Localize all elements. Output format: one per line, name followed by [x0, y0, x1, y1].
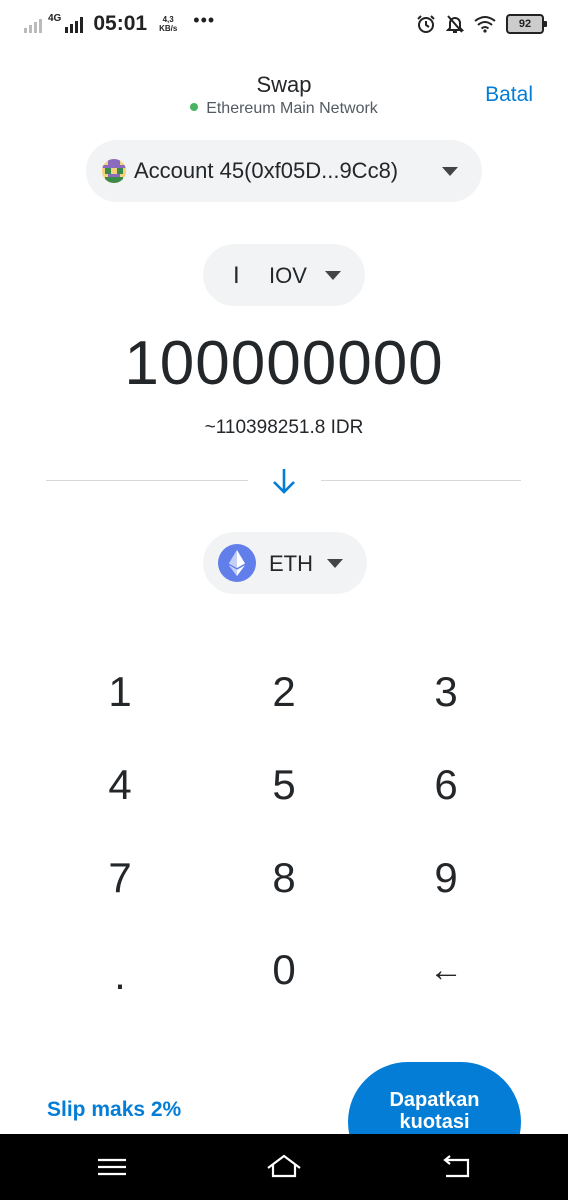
keypad-key-0[interactable]: 0 [224, 935, 344, 1005]
signal-2-icon [65, 15, 84, 33]
speed-value: 4,3 [162, 15, 174, 24]
account-avatar [102, 159, 126, 183]
divider [46, 480, 248, 481]
swap-direction-arrow-icon[interactable] [268, 465, 300, 497]
chevron-down-icon [442, 167, 458, 176]
keypad-key-6[interactable]: 6 [386, 750, 506, 820]
get-quotes-label-line1: Dapatkan [389, 1089, 480, 1111]
source-token-symbol: IOV [269, 263, 307, 288]
cancel-button[interactable]: Batal [485, 83, 533, 107]
network-type: 4G [48, 12, 62, 24]
speed-unit: KB/s [159, 24, 178, 33]
keypad-key-7[interactable]: 7 [60, 843, 180, 913]
get-quotes-label-line2: kuotasi [399, 1111, 470, 1133]
keypad-key-8[interactable]: 8 [224, 843, 344, 913]
max-slippage-link[interactable]: Slip maks 2% [47, 1098, 181, 1122]
token-icon-placeholder: I [233, 262, 240, 289]
chevron-down-icon [325, 271, 341, 280]
status-right: 92 [416, 14, 547, 34]
network-indicator: Ethereum Main Network [0, 100, 568, 118]
network-name: Ethereum Main Network [206, 100, 378, 117]
status-bar: 4G 05:01 4,3 KB/s ••• 92 [0, 0, 568, 52]
account-selector[interactable]: Account 45(0xf05D...9Cc8) [86, 140, 482, 202]
system-navigation-bar [0, 1134, 568, 1200]
keypad-key-2[interactable]: 2 [224, 657, 344, 727]
alarm-icon [417, 15, 435, 33]
back-icon[interactable] [436, 1152, 476, 1182]
keypad-key-decimal[interactable]: . [60, 940, 180, 1010]
destination-token-selector[interactable]: ETH [203, 532, 367, 594]
keypad-backspace-button[interactable]: ← [386, 935, 506, 1005]
menu-icon[interactable] [92, 1152, 132, 1182]
page-title: Swap [256, 72, 312, 97]
ethereum-diamond-icon [229, 550, 245, 576]
fiat-value: ~110398251.8 IDR [204, 417, 364, 438]
network-status-dot [190, 102, 199, 111]
clock: 05:01 [93, 12, 148, 35]
status-left: 4G 05:01 4,3 KB/s ••• [24, 9, 216, 36]
keypad-key-5[interactable]: 5 [224, 750, 344, 820]
notifications-off-icon [446, 15, 464, 33]
keypad-key-3[interactable]: 3 [386, 657, 506, 727]
keypad-key-4[interactable]: 4 [60, 750, 180, 820]
keypad-key-1[interactable]: 1 [60, 657, 180, 727]
signal-1-icon [24, 15, 42, 33]
amount-display: 100000000 [124, 329, 444, 398]
wifi-icon [474, 16, 496, 33]
divider [321, 480, 521, 481]
keypad-key-9[interactable]: 9 [386, 843, 506, 913]
battery-icon: 92 [506, 14, 547, 34]
destination-token-symbol: ETH [269, 551, 313, 576]
more-notifications-icon: ••• [193, 9, 216, 30]
eth-logo-icon [218, 544, 256, 582]
chevron-down-icon [327, 559, 343, 568]
account-label: Account 45(0xf05D...9Cc8) [134, 158, 399, 183]
home-icon[interactable] [264, 1152, 304, 1182]
source-token-selector[interactable]: I IOV [203, 244, 365, 306]
network-speed: 4,3 KB/s [159, 15, 177, 33]
